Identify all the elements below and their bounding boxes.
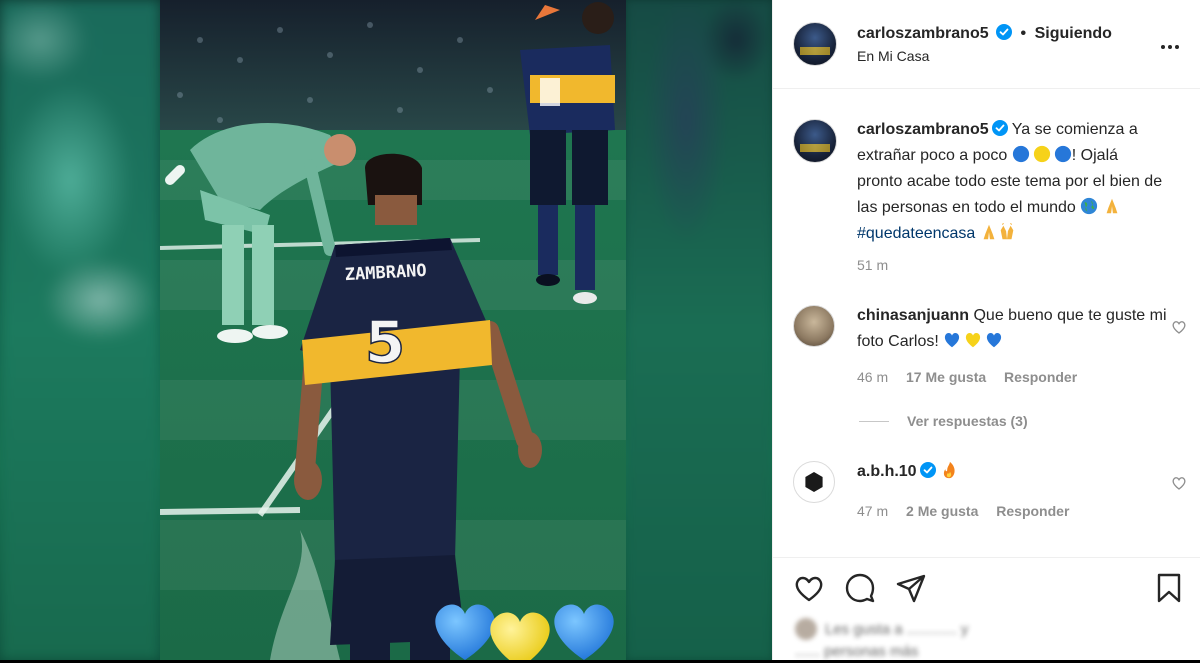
- separator-dot: •: [1020, 25, 1027, 42]
- blue-circle-emoji-icon: [1054, 145, 1071, 163]
- comment-text-block: a.b.h.10: [857, 459, 1167, 485]
- verified-badge-icon: [919, 462, 936, 478]
- caption: carloszambrano5 Ya se comienza a extraña…: [793, 119, 1193, 279]
- caption-username[interactable]: carloszambrano5: [857, 121, 989, 138]
- comment-likes-count[interactable]: 17 Me gusta: [906, 369, 986, 385]
- comment-timestamp[interactable]: 46 m: [857, 369, 888, 385]
- more-options-icon[interactable]: [1161, 36, 1183, 49]
- bookmark-icon[interactable]: [1153, 572, 1185, 604]
- commenter-avatar[interactable]: [793, 305, 835, 347]
- comment-icon[interactable]: [844, 572, 876, 604]
- commenter-avatar[interactable]: [793, 461, 835, 503]
- comment-item: a.b.h.10 47 m 2 Me gusta Responder: [793, 461, 1193, 531]
- jersey-name: ZAMBRANO: [344, 261, 427, 285]
- blue-circle-emoji-icon: [1012, 145, 1029, 163]
- photo-illustration: ZAMBRANO 5: [160, 0, 626, 660]
- comment-meta: 47 m 2 Me gusta Responder: [857, 503, 1069, 519]
- post-side-panel: carloszambrano5 • Siguiendo En Mi Casa c…: [772, 0, 1200, 660]
- hashtag-link[interactable]: #quedateencasa: [857, 225, 975, 242]
- comment-timestamp[interactable]: 47 m: [857, 503, 888, 519]
- caption-timestamp[interactable]: 51 m: [857, 257, 888, 273]
- praying-hands-emoji-icon: [983, 224, 995, 240]
- author-info: carloszambrano5 • Siguiendo: [857, 24, 1112, 43]
- praying-hands-emoji-icon: [1106, 198, 1118, 214]
- post-photo-area[interactable]: ZAMBRANO 5: [0, 0, 772, 660]
- fire-emoji-icon: [943, 461, 955, 479]
- reply-button[interactable]: Responder: [1004, 369, 1077, 385]
- author-username[interactable]: carloszambrano5: [857, 25, 989, 42]
- author-avatar[interactable]: [793, 22, 837, 66]
- comment-meta: 46 m 17 Me gusta Responder: [857, 369, 1077, 385]
- view-replies-button[interactable]: Ver respuestas (3): [859, 413, 1028, 429]
- blurred-background-left: [0, 0, 160, 660]
- caption-author-avatar[interactable]: [793, 119, 837, 163]
- comment-like-heart-icon[interactable]: [1171, 475, 1187, 491]
- comment-username[interactable]: a.b.h.10: [857, 463, 917, 480]
- caption-text-block: carloszambrano5 Ya se comienza a extraña…: [857, 117, 1167, 247]
- post-image[interactable]: ZAMBRANO 5: [160, 0, 626, 660]
- following-button[interactable]: Siguiendo: [1035, 25, 1112, 42]
- comments-section: carloszambrano5 Ya se comienza a extraña…: [773, 89, 1200, 557]
- verified-badge-icon: [991, 120, 1008, 136]
- comment-like-heart-icon[interactable]: [1171, 319, 1187, 335]
- verified-badge-icon: [996, 24, 1013, 40]
- post-location[interactable]: En Mi Casa: [857, 48, 929, 64]
- blurred-background-right: [626, 0, 772, 660]
- share-icon[interactable]: [895, 572, 927, 604]
- reply-button[interactable]: Responder: [996, 503, 1069, 519]
- heart-emojis-overlay: [435, 604, 614, 660]
- comment-text-block: chinasanjuann Que bueno que te guste mi …: [857, 303, 1167, 355]
- view-replies-label[interactable]: Ver respuestas (3): [907, 413, 1028, 429]
- yellow-heart-emoji-icon: [966, 332, 981, 348]
- jersey-number: 5: [365, 308, 405, 376]
- post-header: carloszambrano5 • Siguiendo En Mi Casa: [773, 0, 1200, 89]
- replies-line-divider: [859, 421, 889, 422]
- heart-icon[interactable]: [793, 572, 825, 604]
- likes-summary[interactable]: Les gusta a ............ y ...... person…: [795, 618, 968, 663]
- yellow-circle-emoji-icon: [1033, 145, 1050, 163]
- comment-username[interactable]: chinasanjuann: [857, 307, 969, 324]
- blue-heart-emoji-icon: [987, 332, 1002, 348]
- post-actions-bar: Les gusta a ............ y ...... person…: [773, 557, 1200, 661]
- globe-emoji-icon: [1081, 197, 1098, 215]
- blue-heart-emoji-icon: [945, 332, 960, 348]
- comment-likes-count[interactable]: 2 Me gusta: [906, 503, 978, 519]
- caption-meta: 51 m: [857, 257, 902, 273]
- likes-summary-line1: Les gusta a ............ y: [825, 621, 969, 638]
- liker-avatar: [795, 618, 817, 640]
- likes-summary-line2: ...... personas más: [795, 643, 919, 660]
- raising-hands-emoji-icon: [1000, 223, 1014, 240]
- comment-item: chinasanjuann Que bueno que te guste mi …: [793, 305, 1193, 415]
